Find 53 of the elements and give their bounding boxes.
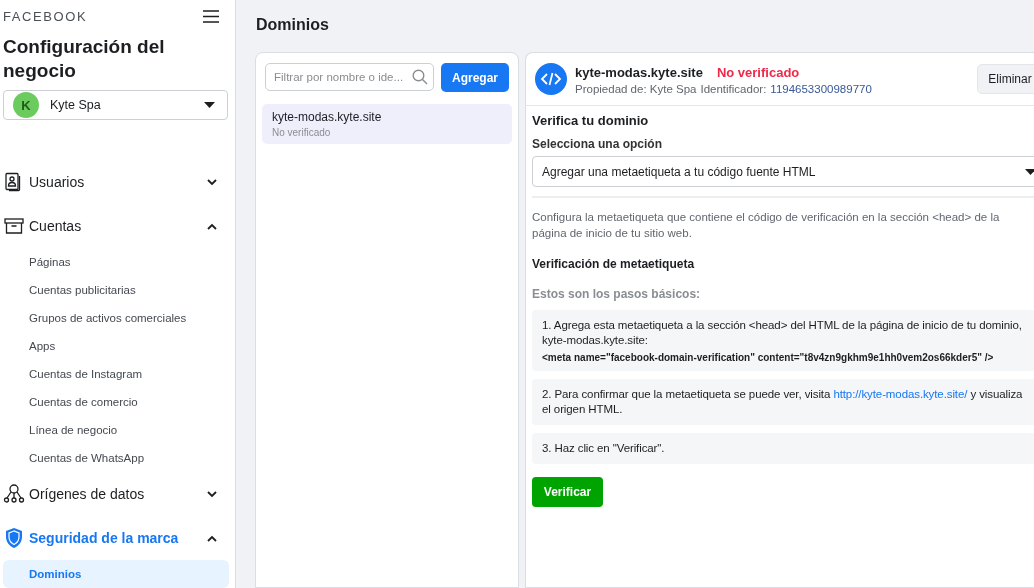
caret-icon [1025, 168, 1034, 175]
nav-item[interactable]: Apps [3, 332, 229, 360]
nav-section[interactable]: Seguridad de la marca [3, 516, 229, 560]
step-text: 1. Agrega esta metaetiqueta a la sección <head> del HTML de la página de inicio de tu dominio, kyte-modas.kyte.site: [542, 318, 1023, 348]
menu-icon[interactable] [203, 10, 219, 23]
section-heading: Verifica tu dominio [532, 113, 650, 128]
link[interactable]: http://kyte-modas.kyte.site/ [833, 388, 968, 400]
chevron-up-icon[interactable] [207, 222, 217, 230]
nav-item[interactable]: Cuentas de WhatsApp [3, 444, 229, 472]
caret-icon [204, 102, 215, 108]
search-icon [412, 69, 428, 85]
chevron-down-icon[interactable] [207, 490, 217, 498]
page-title: Dominios [256, 16, 330, 34]
shield-icon [3, 527, 25, 549]
nav-item[interactable]: Cuentas de Instagram [3, 360, 229, 388]
step-text: 3. Haz clic en "Verificar". [542, 441, 666, 456]
business-name: Kyte Spa [50, 98, 102, 112]
nav-section[interactable]: Cuentas [3, 204, 229, 248]
sidebar-title: Configuración del negocio [3, 35, 166, 83]
nav-section[interactable]: Usuarios [3, 160, 229, 204]
nav-section[interactable]: Orígenes de datos [3, 472, 229, 516]
nav-item[interactable]: Páginas [3, 248, 229, 276]
nav-item[interactable]: Grupos de activos comerciales [3, 304, 229, 332]
archive-box-icon [3, 217, 25, 235]
verification-status: No verificado [716, 65, 800, 80]
owner-text: Propiedad de: Kyte Spa [575, 83, 697, 95]
field-label: Selecciona una opción [532, 137, 664, 151]
domain-name: kyte-modas.kyte.site [272, 110, 383, 124]
brand-logo: FACEBOOK [3, 9, 88, 24]
business-selector[interactable]: K Kyte Spa [3, 90, 228, 120]
code-icon [535, 63, 567, 95]
nav-item[interactable]: Dominios [3, 560, 229, 588]
code-snippet: <meta name="facebook-domain-verification" content="t8v4zn9gkhm9e1hh0vem2os66kder5" /> [542, 352, 995, 363]
subheading: Verificación de metaetiqueta [532, 257, 696, 271]
step-text: 2. Para confirmar que la metaetiqueta se puede ver, visita http://kyte-modas.kyte.site/ y visualiza el origen HTML. [542, 387, 1024, 417]
domain-status: No verificado [272, 127, 332, 138]
delete-button[interactable]: Eliminar [977, 64, 1034, 94]
network-icon [3, 483, 25, 505]
domain-title: kyte-modas.kyte.site [575, 65, 703, 80]
chevron-up-icon[interactable] [207, 534, 217, 542]
description-text: Configura la metaetiqueta que contiene el código de verificación en la sección <head> de la página de inicio de tu sitio web. [532, 210, 1001, 241]
nav-item[interactable]: Cuentas publicitarias [3, 276, 229, 304]
add-button[interactable]: Agregar [441, 63, 509, 92]
id-label: Identificador: [700, 83, 767, 95]
nav-item[interactable]: Cuentas de comercio [3, 388, 229, 416]
option-dropdown[interactable]: Agregar una metaetiqueta a tu código fuente HTML [532, 156, 1034, 187]
id-value: 1194653300989770 [770, 83, 872, 95]
chevron-down-icon[interactable] [207, 178, 217, 186]
steps-intro: Estos son los pasos básicos: [532, 287, 702, 301]
avatar: K [13, 92, 39, 118]
search-field[interactable]: Filtrar por nombre o ide... [265, 63, 434, 91]
domain-list-item[interactable]: kyte-modas.kyte.site No verificado [262, 104, 512, 144]
nav-item[interactable]: Línea de negocio [3, 416, 229, 444]
